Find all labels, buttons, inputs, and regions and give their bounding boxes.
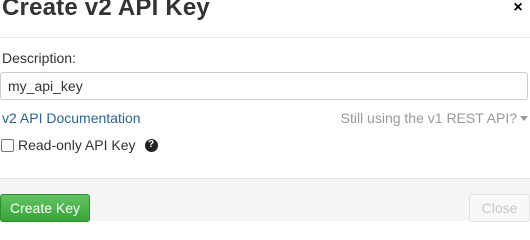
- create-api-key-modal: Create v2 API Key × Description: v2 API …: [0, 0, 530, 222]
- help-icon[interactable]: ?: [144, 138, 158, 152]
- create-key-button[interactable]: Create Key: [0, 194, 90, 222]
- modal-title: Create v2 API Key: [2, 0, 210, 21]
- v2-api-documentation-link[interactable]: v2 API Documentation: [2, 110, 141, 126]
- modal-header: Create v2 API Key ×: [0, 0, 530, 38]
- caret-down-icon: [520, 115, 528, 121]
- description-input[interactable]: [0, 72, 528, 100]
- readonly-label[interactable]: Read-only API Key: [18, 137, 136, 153]
- v1-rest-api-dropdown[interactable]: Still using the v1 REST API?: [341, 110, 528, 126]
- readonly-row: Read-only API Key ?: [0, 137, 158, 153]
- modal-footer: Create Key Close: [0, 178, 530, 222]
- readonly-checkbox[interactable]: [1, 138, 14, 152]
- close-button[interactable]: Close: [469, 194, 530, 222]
- close-icon[interactable]: ×: [510, 0, 526, 17]
- v1-rest-api-label: Still using the v1 REST API?: [340, 110, 517, 126]
- description-label: Description:: [2, 50, 76, 66]
